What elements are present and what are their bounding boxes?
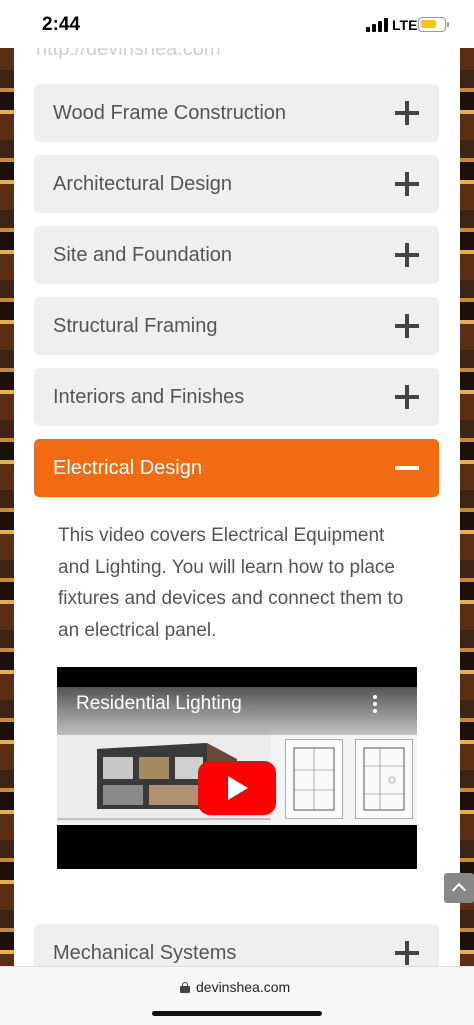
signal-icon (366, 18, 388, 32)
plus-icon (395, 314, 419, 338)
more-options-icon[interactable] (373, 695, 377, 713)
page-content: http://devinshea.com Wood Frame Construc… (14, 48, 460, 966)
accordion-label: Mechanical Systems (53, 942, 237, 964)
home-indicator[interactable] (152, 1011, 322, 1016)
section-description: This video covers Electrical Equipment a… (58, 525, 404, 641)
network-type: LTE (392, 17, 418, 33)
accordion-electrical-design[interactable]: Electrical Design (34, 439, 439, 497)
plus-icon (395, 243, 419, 267)
accordion-site-and-foundation[interactable]: Site and Foundation (34, 226, 439, 284)
accordion-interiors-and-finishes[interactable]: Interiors and Finishes (34, 368, 439, 426)
video-title[interactable]: Residential Lighting (76, 693, 242, 715)
plus-icon (395, 941, 419, 965)
plus-icon (395, 385, 419, 409)
floor-plan-drawing (285, 739, 343, 819)
battery-tip (447, 22, 449, 27)
youtube-play-button[interactable] (198, 761, 276, 815)
floor-plan-drawing (355, 739, 413, 819)
accordion-label: Wood Frame Construction (53, 102, 287, 124)
accordion-architectural-design[interactable]: Architectural Design (34, 155, 439, 213)
status-time: 2:44 (42, 14, 81, 35)
faded-url-text: http://devinshea.com (36, 48, 221, 60)
accordion-label: Structural Framing (53, 315, 218, 337)
background-right (460, 0, 474, 1024)
status-bar: 2:44 LTE (0, 0, 474, 48)
plus-icon (395, 172, 419, 196)
accordion-label: Electrical Design (53, 457, 202, 479)
accordion-mechanical-systems[interactable]: Mechanical Systems (34, 924, 439, 966)
accordion-label: Architectural Design (53, 173, 232, 195)
browser-address-bar[interactable]: devinshea.com (0, 966, 474, 1025)
browser-domain[interactable]: devinshea.com (196, 979, 290, 995)
video-title-overlay: Residential Lighting (57, 687, 417, 735)
accordion-label: Site and Foundation (53, 244, 233, 266)
minus-icon (395, 466, 419, 470)
accordion-label: Interiors and Finishes (53, 386, 245, 408)
plus-icon (395, 101, 419, 125)
accordion-wood-frame-construction[interactable]: Wood Frame Construction (34, 84, 439, 142)
youtube-video-embed[interactable]: Residential Lighting (57, 667, 417, 869)
battery-icon (418, 17, 446, 32)
lock-icon (180, 982, 190, 993)
accordion-structural-framing[interactable]: Structural Framing (34, 297, 439, 355)
scroll-to-top-button[interactable] (444, 873, 474, 903)
background-left (0, 0, 14, 1024)
video-thumbnail: Residential Lighting (57, 687, 417, 825)
